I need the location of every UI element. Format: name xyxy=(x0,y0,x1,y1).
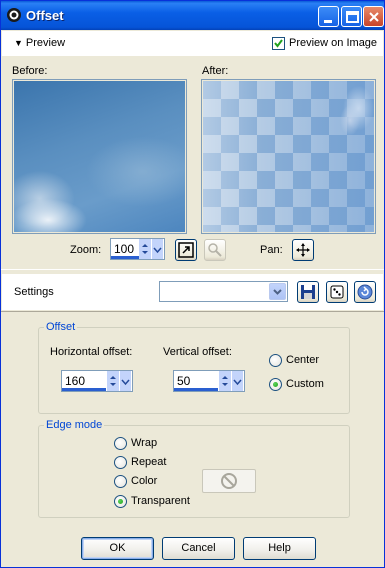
horizontal-offset-input[interactable]: 160 xyxy=(61,370,133,392)
horizontal-offset-value: 160 xyxy=(65,374,86,388)
vertical-offset-stepper[interactable] xyxy=(219,371,244,391)
fit-window-icon xyxy=(178,242,194,258)
repeat-radio-label: Repeat xyxy=(131,456,167,468)
app-icon xyxy=(6,7,22,23)
window-title: Offset xyxy=(26,8,64,23)
before-image xyxy=(14,81,185,232)
minimize-button[interactable] xyxy=(318,6,339,27)
after-label: After: xyxy=(202,65,229,77)
offset-group-title: Offset xyxy=(44,321,78,333)
triangle-down-icon: ▼ xyxy=(14,38,23,48)
dropdown-button[interactable] xyxy=(269,283,286,300)
preview-on-image-checkbox[interactable] xyxy=(272,37,285,50)
vertical-offset-value: 50 xyxy=(177,374,191,388)
pan-label: Pan: xyxy=(260,244,283,256)
close-button[interactable] xyxy=(363,6,384,27)
chevron-down-icon xyxy=(273,289,282,295)
spin-arrows-icon xyxy=(107,371,131,391)
dice-icon xyxy=(330,285,344,299)
magnifier-icon xyxy=(208,243,222,257)
horizontal-offset-slider-bar xyxy=(62,388,106,391)
after-preview[interactable] xyxy=(201,79,376,234)
vertical-offset-slider-bar xyxy=(174,388,218,391)
zoom-actual-button[interactable] xyxy=(204,239,226,261)
divider xyxy=(1,311,384,312)
transparent-radio-label: Transparent xyxy=(131,495,190,507)
zoom-label: Zoom: xyxy=(70,244,102,256)
no-color-icon xyxy=(221,473,237,489)
wrap-radio[interactable] xyxy=(114,437,127,450)
checkmark-icon xyxy=(274,39,283,48)
settings-label: Settings xyxy=(14,286,54,298)
vertical-offset-label: Vertical offset: xyxy=(163,346,232,358)
move-arrows-icon xyxy=(296,243,310,257)
zoom-fit-button[interactable] xyxy=(175,239,197,261)
divider xyxy=(1,269,384,270)
custom-radio[interactable] xyxy=(269,378,282,391)
before-preview xyxy=(12,79,187,234)
color-radio[interactable] xyxy=(114,475,127,488)
preview-on-image-label: Preview on Image xyxy=(289,37,378,49)
reset-arrow-icon xyxy=(357,284,373,300)
edge-mode-group xyxy=(38,425,350,518)
pan-button[interactable] xyxy=(292,239,314,261)
randomize-button[interactable] xyxy=(326,281,348,303)
horizontal-offset-label: Horizontal offset: xyxy=(50,346,133,358)
after-image xyxy=(203,81,374,232)
minimize-icon xyxy=(324,20,332,23)
transparent-radio[interactable] xyxy=(114,495,127,508)
preview-header: ▼ Preview Preview on Image xyxy=(2,31,383,56)
maximize-icon xyxy=(346,11,359,23)
vertical-offset-input[interactable]: 50 xyxy=(173,370,245,392)
ok-button[interactable]: OK xyxy=(81,537,154,560)
spin-arrows-icon xyxy=(219,371,243,391)
zoom-value: 100 xyxy=(114,242,135,256)
save-preset-button[interactable] xyxy=(297,281,319,303)
cancel-button[interactable]: Cancel xyxy=(162,537,235,560)
reset-button[interactable] xyxy=(354,281,376,303)
center-radio-label: Center xyxy=(286,354,320,366)
zoom-input[interactable]: 100 xyxy=(110,238,165,260)
edge-mode-group-title: Edge mode xyxy=(44,419,105,431)
offset-dialog: Offset ▼ Preview Preview on Image Before:… xyxy=(0,0,385,568)
preview-toggle-label: Preview xyxy=(25,37,66,49)
before-label: Before: xyxy=(12,65,48,77)
spin-arrows-icon xyxy=(139,239,163,259)
maximize-button[interactable] xyxy=(341,6,362,27)
preset-select[interactable] xyxy=(159,281,288,302)
preview-toggle[interactable]: ▼ Preview xyxy=(14,37,65,49)
horizontal-offset-stepper[interactable] xyxy=(107,371,132,391)
close-icon xyxy=(369,12,379,22)
wrap-radio-label: Wrap xyxy=(131,437,158,449)
title-bar[interactable]: Offset xyxy=(1,1,384,30)
floppy-disk-icon xyxy=(301,285,315,299)
color-radio-label: Color xyxy=(131,475,158,487)
help-button[interactable]: Help xyxy=(243,537,316,560)
zoom-slider-bar xyxy=(111,256,139,259)
edge-color-swatch[interactable] xyxy=(202,469,256,493)
center-radio[interactable] xyxy=(269,354,282,367)
zoom-stepper[interactable] xyxy=(139,239,164,259)
repeat-radio[interactable] xyxy=(114,456,127,469)
custom-radio-label: Custom xyxy=(286,378,324,390)
